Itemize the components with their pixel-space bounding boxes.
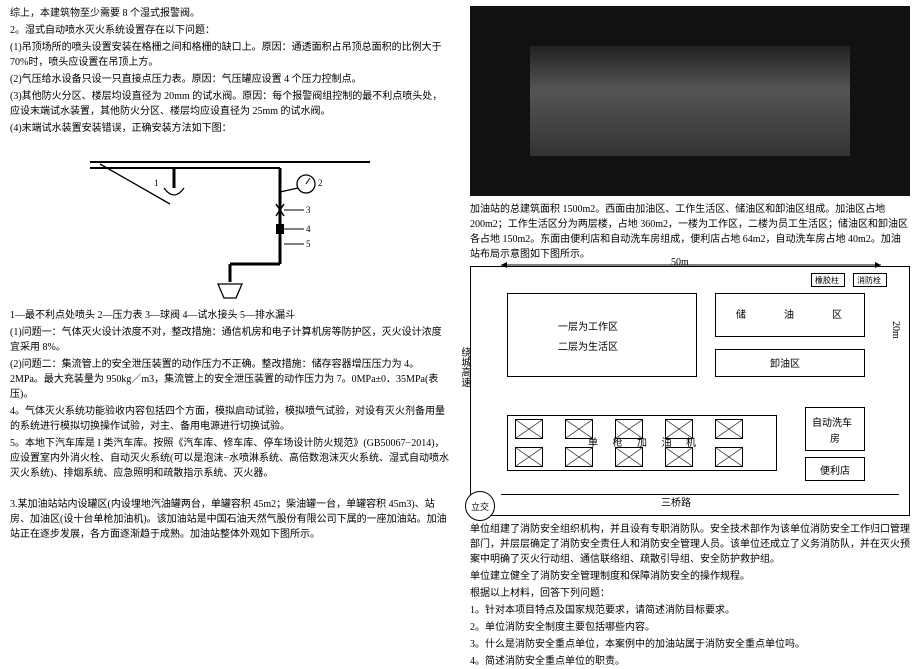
station-layout-map: 50m 绕城高速 一层为工作区 二层为生活区 储 油 区 卸油区 单 枪 加 油… <box>470 266 910 516</box>
document-page: 综上，本建筑物至少需要 8 个湿式报警阀。 2。湿式自动喷水灭火系统设置存在以下… <box>0 0 920 651</box>
map-text: 消防栓 <box>857 275 881 287</box>
svg-text:3: 3 <box>306 205 311 215</box>
map-text: 区 <box>832 308 842 323</box>
pump-icon <box>715 419 743 439</box>
map-unload-area: 卸油区 <box>715 349 865 377</box>
question-line: 4。简述消防安全重点单位的职责。 <box>470 654 910 669</box>
map-dim-right: 20m <box>888 321 903 339</box>
text-line: (2)问题二：集流管上的安全泄压装置的动作压力不正确。整改措施：储存容器增压压力… <box>10 357 450 402</box>
text-line: 综上，本建筑物至少需要 8 个湿式报警阀。 <box>10 6 450 21</box>
legend-box: 消防栓 <box>853 273 887 287</box>
svg-text:1: 1 <box>154 178 159 188</box>
question-line: 1。针对本项目特点及国家规范要求，请简述消防目标要求。 <box>470 603 910 618</box>
text-line: (3)其他防火分区、楼层均设直径为 20mm 的试水阀。原因：每个报警阀组控制的… <box>10 89 450 119</box>
text-line: 2。湿式自动喷水灭火系统设置存在以下问题： <box>10 23 450 38</box>
right-column: 加油站的总建筑面积 1500m2。西面由加油区、工作生活区、储油区和卸油区组成。… <box>460 0 920 651</box>
text-line: (1)问题一：气体灭火设计浓度不对，整改措施：通信机房和电子计算机房等防护区，灭… <box>10 325 450 355</box>
map-road-left: 绕城高速 <box>457 347 472 387</box>
question-line: 2。单位消防安全制度主要包括哪些内容。 <box>470 620 910 635</box>
pump-icon <box>715 447 743 467</box>
text-line: (1)吊顶场所的喷头设置安装在格栅之间和格栅的缺口上。原因：通透面积占吊顶总面积… <box>10 40 450 70</box>
text-line: 5。本地下汽车库是 I 类汽车库。按照《汽车库、修车库、停车场设计防火规范》(G… <box>10 436 450 481</box>
pump-icon <box>665 419 693 439</box>
road-line <box>501 494 899 495</box>
svg-text:4: 4 <box>306 224 311 234</box>
svg-text:2: 2 <box>318 178 323 188</box>
map-carwash: 自动洗车 房 <box>805 407 865 451</box>
text-line: 4。气体灭火系统功能验收内容包括四个方面，模拟启动试验，模拟喷气试验，对设有灭火… <box>10 404 450 434</box>
map-text: 卸油区 <box>770 357 800 372</box>
arrow-icon <box>501 261 881 269</box>
text-line: 加油站的总建筑面积 1500m2。西面由加油区、工作生活区、储油区和卸油区组成。… <box>470 202 910 262</box>
map-text: 二层为生活区 <box>558 340 618 355</box>
map-text: 自动洗车 <box>812 416 852 431</box>
map-work-area: 一层为工作区 二层为生活区 <box>507 293 697 377</box>
pump-icon <box>515 419 543 439</box>
pump-icon <box>565 447 593 467</box>
pump-icon <box>515 447 543 467</box>
svg-text:5: 5 <box>306 239 311 249</box>
map-storage-area: 储 油 区 <box>715 293 865 337</box>
pump-icon <box>565 419 593 439</box>
text-line: (2)气压给水设备只设一只直接点压力表。原因：气压罐应设置 4 个压力控制点。 <box>10 72 450 87</box>
map-text: 房 <box>830 432 840 447</box>
spacer <box>10 483 450 497</box>
text-line: (4)末端试水装置安装错误，正确安装方法如下图： <box>10 121 450 136</box>
text-line: 3.某加油站站内设罐区(内设埋地汽油罐两台，单罐容积 45m2；柴油罐一台，单罐… <box>10 497 450 542</box>
station-photo <box>470 6 910 196</box>
map-interchange: 立交 <box>465 491 495 521</box>
map-road-bottom: 三桥路 <box>661 496 691 511</box>
diagram-caption: 1—最不利点处喷头 2—压力表 3—球阀 4—试水接头 5—排水漏斗 <box>10 308 450 323</box>
pump-icon <box>615 419 643 439</box>
map-store: 便利店 <box>805 457 865 481</box>
pipe-diagram: 1 2 3 4 5 <box>80 144 380 304</box>
legend-box: 橡胶柱 <box>811 273 845 287</box>
pump-icon <box>665 447 693 467</box>
pump-icon <box>615 447 643 467</box>
map-text: 一层为工作区 <box>558 320 618 335</box>
map-text: 便利店 <box>820 464 850 479</box>
left-column: 综上，本建筑物至少需要 8 个湿式报警阀。 2。湿式自动喷水灭火系统设置存在以下… <box>0 0 460 651</box>
text-line: 单位建立健全了消防安全管理制度和保障消防安全的操作规程。 <box>470 569 910 584</box>
text-line: 根据以上材料，回答下列问题： <box>470 586 910 601</box>
question-line: 3。什么是消防安全重点单位，本案例中的加油站属于消防安全重点单位吗。 <box>470 637 910 652</box>
map-text: 油 <box>784 308 794 323</box>
map-text: 橡胶柱 <box>815 275 839 287</box>
pipe-diagram-svg: 1 2 3 4 5 <box>80 144 380 304</box>
map-text: 储 <box>736 308 746 323</box>
text-line: 单位组建了消防安全组织机构，并且设有专职消防队。安全技术部作为该单位消防安全工作… <box>470 522 910 567</box>
